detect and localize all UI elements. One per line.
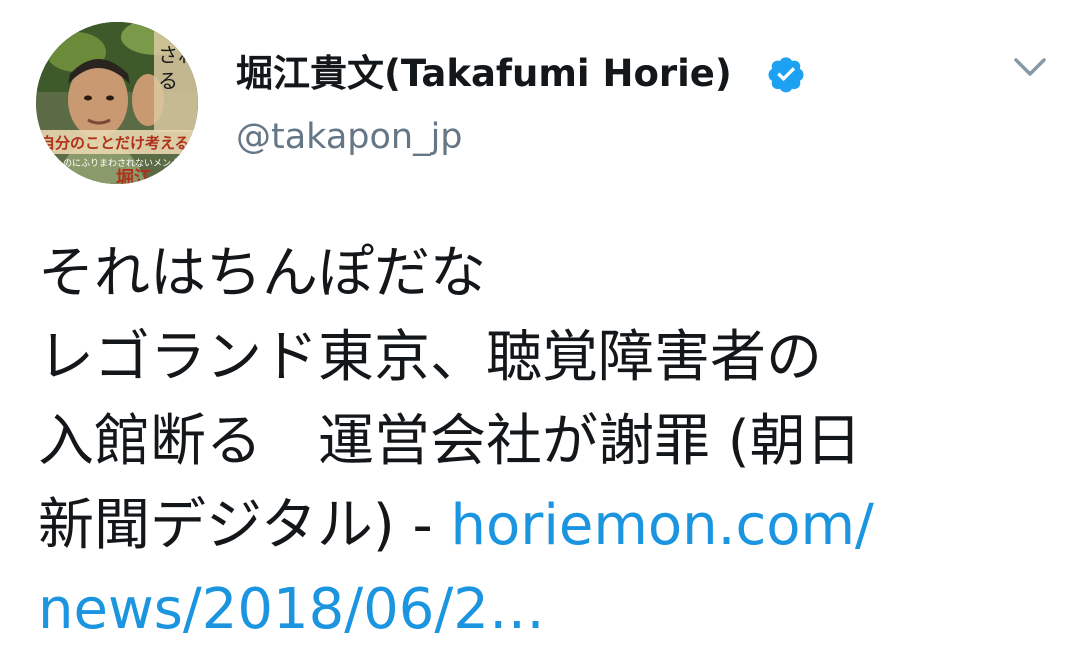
tweet-text-line: news/2018/06/2… xyxy=(38,568,1048,648)
tweet-text-line: それはちんぽだな xyxy=(38,241,486,306)
avatar-photo-icon: され る 自分のことだけ考える ものにふりまわされないメンタ 堀江 xyxy=(36,22,198,184)
tweet-text-line: 新聞デジタル) - horiemon.com/ xyxy=(38,484,1048,568)
author-handle[interactable]: @takapon_jp xyxy=(236,114,463,160)
author-display-name[interactable]: 堀江貴文(Takafumi Horie) xyxy=(236,50,732,98)
tweet-text-line: 入館断る 運営会社が謝罪 (朝日 xyxy=(38,409,862,474)
tweet-card: され る 自分のことだけ考える ものにふりまわされないメンタ 堀江 堀江貴文(T… xyxy=(0,0,1080,648)
tweet-text: それはちんぽだな レゴランド東京、聴覚障害者の 入館断る 運営会社が謝罪 (朝日… xyxy=(38,232,1048,648)
tweet-text-fragment: 新聞デジタル) - xyxy=(38,493,451,558)
svg-text:堀江: 堀江 xyxy=(116,168,152,184)
avatar-book-text: され xyxy=(158,43,198,67)
chevron-down-icon[interactable] xyxy=(1008,50,1052,84)
svg-text:る: る xyxy=(158,69,178,93)
tweet-text-line: レゴランド東京、聴覚障害者の xyxy=(38,325,822,390)
author-avatar[interactable]: され る 自分のことだけ考える ものにふりまわされないメンタ 堀江 xyxy=(36,22,198,184)
svg-text:自分のことだけ考える: 自分のことだけ考える xyxy=(40,134,190,152)
tweet-link-continued[interactable]: news/2018/06/2… xyxy=(38,577,545,642)
tweet-link[interactable]: horiemon.com/ xyxy=(451,493,874,558)
verified-badge-icon xyxy=(768,57,804,93)
